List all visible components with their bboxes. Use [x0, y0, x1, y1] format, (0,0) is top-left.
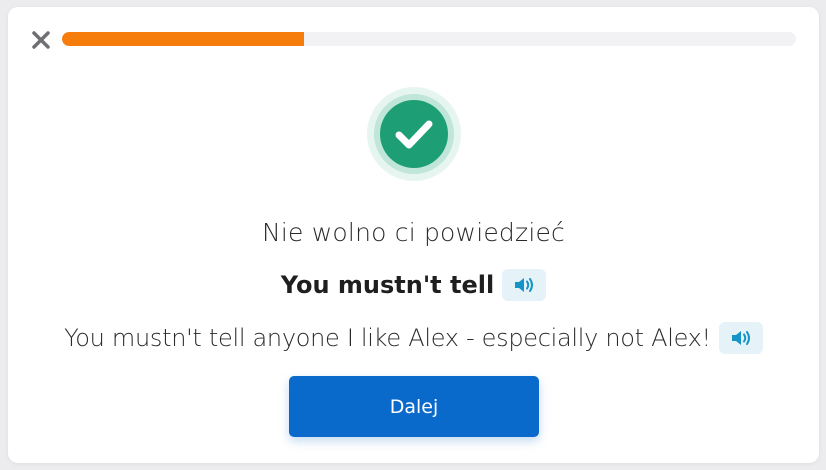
example-sentence: You mustn't tell anyone I like Alex - es…	[64, 324, 711, 352]
example-row: You mustn't tell anyone I like Alex - es…	[8, 322, 819, 354]
answer-text: You mustn't tell	[280, 271, 495, 299]
progress-bar	[62, 32, 796, 46]
check-circle-icon	[367, 87, 461, 181]
example-audio-button[interactable]	[718, 322, 763, 354]
speaker-icon	[515, 278, 534, 292]
progress-bar-fill	[62, 32, 305, 46]
next-button[interactable]: Dalej	[289, 376, 539, 437]
close-icon	[32, 31, 50, 49]
close-button[interactable]	[30, 29, 52, 51]
speaker-icon	[731, 331, 750, 345]
prompt-text: Nie wolno ci powiedzieć	[262, 218, 565, 247]
answer-audio-button[interactable]	[502, 269, 547, 301]
correct-status	[366, 86, 462, 182]
answer-row: You mustn't tell	[8, 269, 819, 301]
exercise-card: Nie wolno ci powiedzieć You mustn't tell…	[8, 7, 819, 463]
